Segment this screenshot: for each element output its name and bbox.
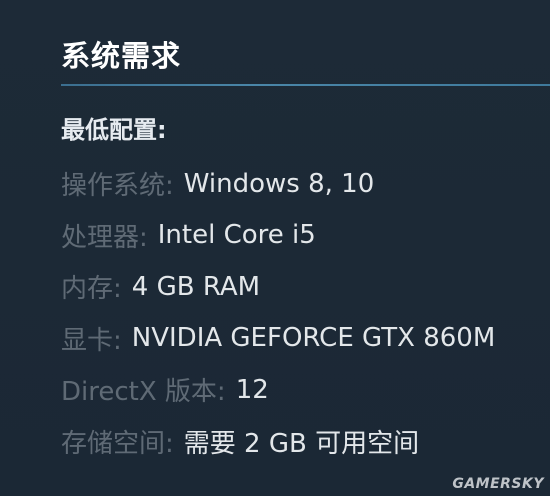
requirement-value-processor: Intel Core i5 [157,220,316,251]
title-divider [61,84,550,86]
requirement-value-memory: 4 GB RAM [131,271,261,302]
gamersky-watermark: GAMERSKY [452,476,544,492]
minimum-requirements-heading: 最低配置: [61,116,167,144]
requirement-value-directx: 12 [235,374,269,405]
requirement-value-os: Windows 8, 10 [183,168,375,199]
requirement-row-graphics: 显卡: NVIDIA GEFORCE GTX 860M [61,313,495,365]
requirement-row-directx: DirectX 版本: 12 [61,364,495,416]
system-requirements-panel: 系统需求 最低配置: 操作系统: Windows 8, 10 处理器: Inte… [0,0,550,496]
requirement-row-processor: 处理器: Intel Core i5 [61,210,495,262]
requirement-label-memory: 内存: [61,274,122,305]
requirement-value-storage: 需要 2 GB 可用空间 [183,428,420,459]
requirement-row-storage: 存储空间: 需要 2 GB 可用空间 [61,416,495,468]
requirement-label-os: 操作系统: [61,171,174,202]
requirement-row-memory: 内存: 4 GB RAM [61,261,495,313]
requirement-label-graphics: 显卡: [61,325,122,356]
requirement-label-storage: 存储空间: [61,428,174,459]
section-title: 系统需求 [61,39,182,73]
requirements-list: 操作系统: Windows 8, 10 处理器: Intel Core i5 内… [61,158,495,467]
requirement-label-processor: 处理器: [61,222,148,253]
requirement-value-graphics: NVIDIA GEFORCE GTX 860M [131,323,496,354]
requirement-row-os: 操作系统: Windows 8, 10 [61,158,495,210]
requirement-label-directx: DirectX 版本: [61,377,226,408]
